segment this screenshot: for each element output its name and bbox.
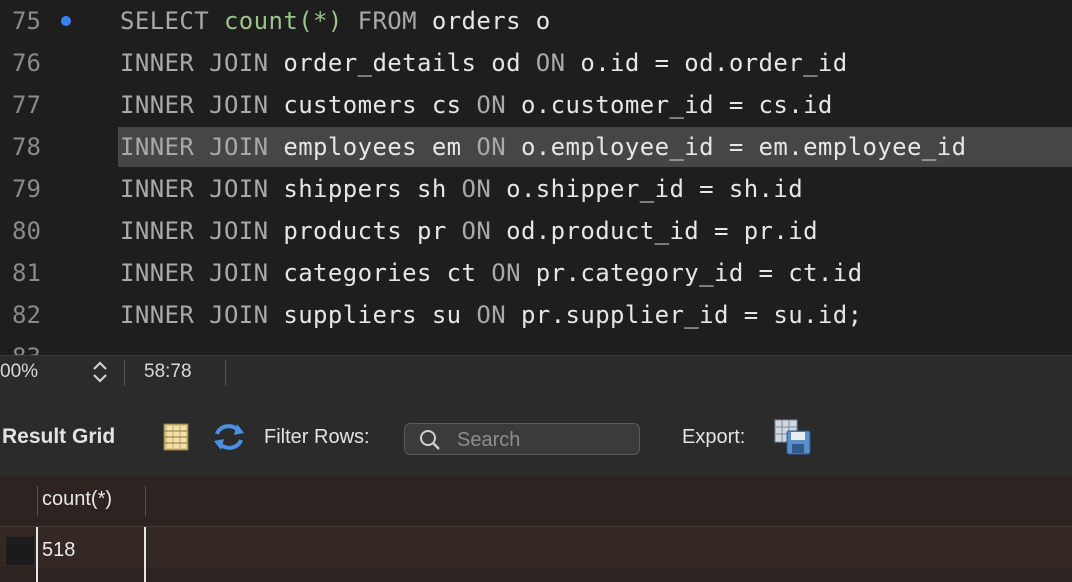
sql-keyword: ON	[461, 175, 507, 203]
sql-text: customers cs	[283, 91, 477, 119]
editor-line[interactable]: 81 INNER JOIN categories ct ON pr.categor…	[0, 252, 1072, 294]
sql-text: suppliers su	[283, 301, 477, 329]
sql-text: orders o	[431, 7, 551, 35]
editor-line[interactable]: 79 INNER JOIN shippers sh ON o.shipper_id…	[0, 168, 1072, 210]
line-number: 79	[12, 175, 41, 203]
zoom-stepper-icon[interactable]	[90, 360, 110, 384]
code-text: INNER JOIN order_details od ON o.id = od…	[120, 42, 848, 84]
grid-view-icon[interactable]	[163, 423, 189, 451]
filter-rows-label: Filter Rows:	[264, 426, 370, 448]
editor-status-bar: 00% 58:78	[0, 355, 1072, 388]
code-text: INNER JOIN categories ct ON pr.category_…	[120, 252, 862, 294]
line-number: 77	[12, 91, 41, 119]
export-icon[interactable]	[774, 419, 812, 455]
sql-keyword: ON	[476, 91, 521, 119]
sql-text: categories ct	[283, 259, 492, 287]
editor-line[interactable]: 78 INNER JOIN employees em ON o.employee_…	[0, 126, 1072, 168]
sql-text: pr.category_id = ct.id	[535, 259, 863, 287]
line-number: 80	[12, 217, 41, 245]
sql-keyword: INNER JOIN	[120, 301, 284, 329]
sql-text: shippers sh	[283, 175, 462, 203]
code-text: INNER JOIN suppliers su ON pr.supplier_i…	[120, 294, 863, 336]
refresh-icon[interactable]	[213, 422, 245, 452]
column-divider	[37, 486, 38, 516]
sql-function: count(*)	[223, 7, 343, 35]
status-separator	[225, 360, 226, 386]
editor-line[interactable]: 77 INNER JOIN customers cs ON o.customer_…	[0, 84, 1072, 126]
code-text: SELECT count(*) FROM orders o	[120, 0, 551, 42]
editor-line[interactable]: 76 INNER JOIN order_details od ON o.id = …	[0, 42, 1072, 84]
sql-keyword: FROM	[342, 7, 432, 35]
sql-text: employees em	[283, 133, 477, 161]
code-text: INNER JOIN employees em ON o.employee_id…	[120, 126, 966, 168]
status-separator	[124, 360, 125, 386]
row-selector[interactable]	[6, 537, 34, 565]
sql-keyword: ON	[491, 259, 536, 287]
result-grid[interactable]: count(*) 518	[0, 476, 1072, 582]
grid-header: count(*)	[0, 476, 1072, 527]
line-number: 76	[12, 49, 41, 77]
line-number: 81	[12, 259, 41, 287]
sql-text: o.employee_id = em.employee_id	[520, 133, 967, 161]
search-icon	[420, 430, 440, 450]
code-text: INNER JOIN products pr ON od.product_id …	[120, 210, 818, 252]
sql-keyword: INNER JOIN	[120, 49, 284, 77]
line-number: 75	[12, 7, 41, 35]
sql-text: od.product_id = pr.id	[506, 217, 818, 245]
cursor-position: 58:78	[144, 361, 192, 382]
search-input[interactable]	[455, 426, 634, 454]
selected-column-outline	[36, 527, 146, 582]
sql-text: products pr	[283, 217, 462, 245]
line-number: 82	[12, 301, 41, 329]
result-toolbar: Result Grid Filter Rows: Export:	[0, 388, 1072, 476]
line-number: 78	[12, 133, 41, 161]
sql-keyword: SELECT	[120, 7, 224, 35]
editor-line[interactable]: 75 SELECT count(*) FROM orders o	[0, 0, 1072, 42]
sql-keyword: ON	[535, 49, 581, 77]
sql-text: o.shipper_id = sh.id	[506, 175, 804, 203]
result-grid-label: Result Grid	[2, 425, 116, 448]
zoom-level[interactable]: 00%	[0, 356, 38, 388]
statement-marker-icon	[61, 16, 71, 26]
sql-keyword: ON	[461, 217, 507, 245]
editor-line[interactable]: 80 INNER JOIN products pr ON od.product_i…	[0, 210, 1072, 252]
line-number: 83	[12, 336, 41, 355]
table-row[interactable]: 518	[0, 527, 1072, 567]
column-divider[interactable]	[145, 486, 146, 516]
sql-keyword: ON	[476, 301, 521, 329]
sql-text: pr.supplier_id = su.id;	[520, 301, 863, 329]
sql-text: o.id = od.order_id	[580, 49, 848, 77]
export-label: Export:	[682, 426, 746, 448]
sql-text: order_details od	[283, 49, 536, 77]
sql-text: o.customer_id = cs.id	[520, 91, 833, 119]
column-header-count[interactable]: count(*)	[42, 488, 112, 511]
sql-keyword: INNER JOIN	[120, 133, 284, 161]
code-text: INNER JOIN customers cs ON o.customer_id…	[120, 84, 833, 126]
editor-line[interactable]: 83	[0, 336, 1072, 355]
code-text: INNER JOIN shippers sh ON o.shipper_id =…	[120, 168, 803, 210]
sql-keyword: INNER JOIN	[120, 259, 284, 287]
sql-keyword: INNER JOIN	[120, 217, 284, 245]
sql-keyword: INNER JOIN	[120, 91, 284, 119]
sql-keyword: ON	[476, 133, 521, 161]
editor-line[interactable]: 82 INNER JOIN suppliers su ON pr.supplier…	[0, 294, 1072, 336]
sql-editor[interactable]: 75 SELECT count(*) FROM orders o 76 INNER J…	[0, 0, 1072, 355]
sql-keyword: INNER JOIN	[120, 175, 284, 203]
filter-search-field[interactable]	[404, 423, 640, 455]
